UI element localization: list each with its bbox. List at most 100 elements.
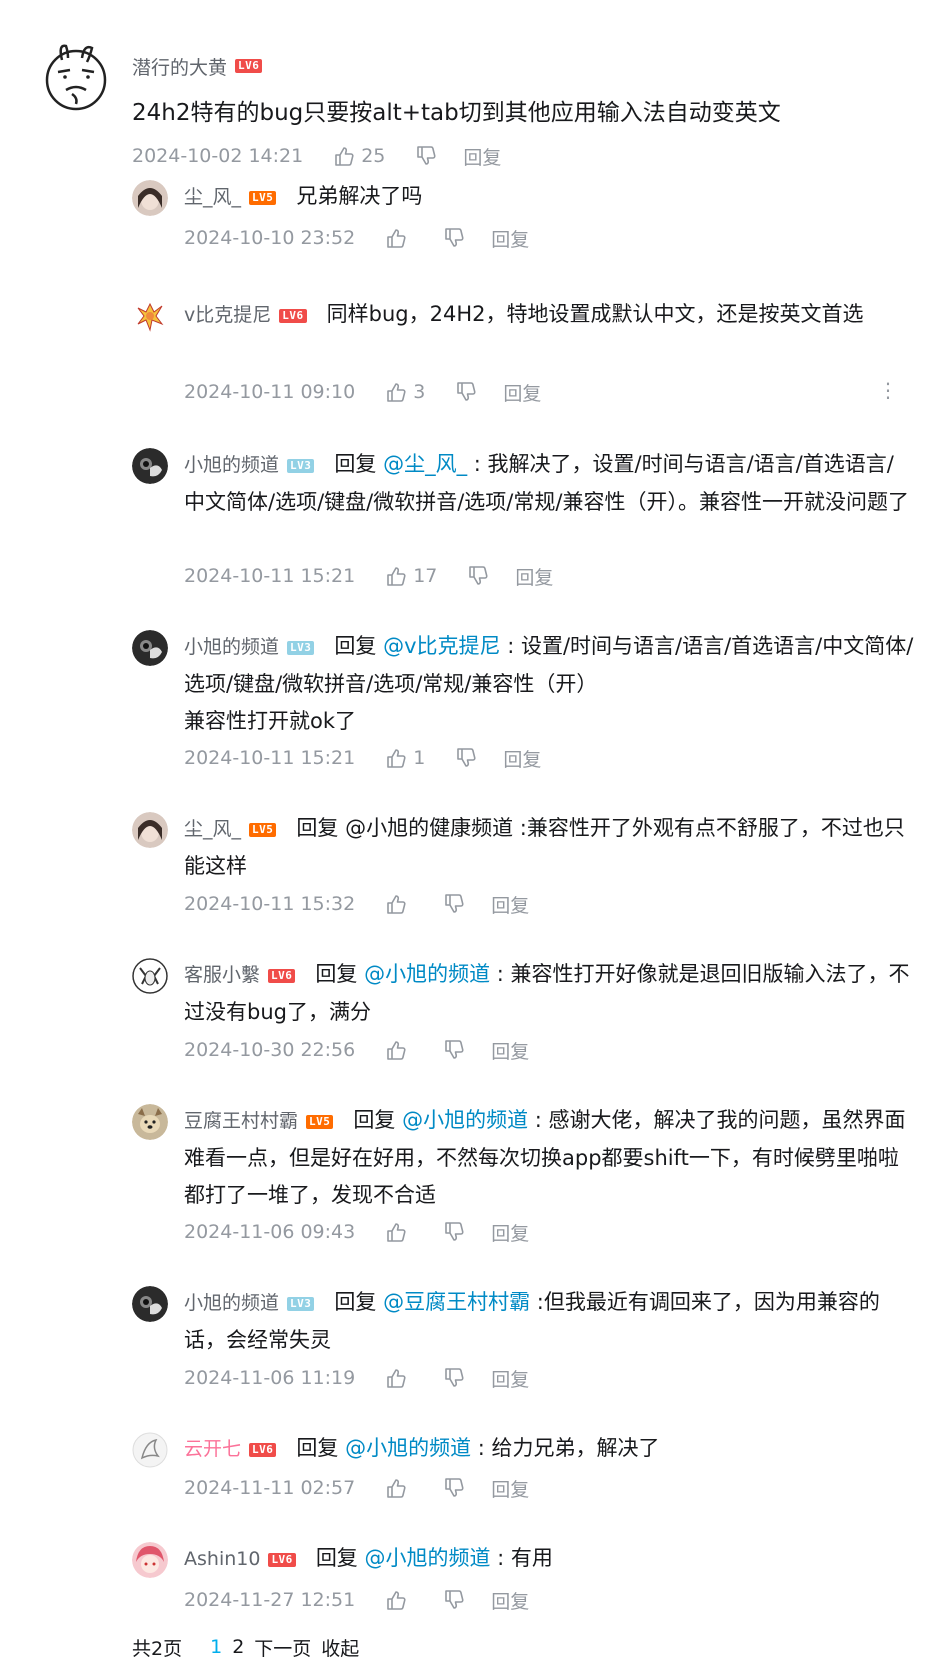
reply-button[interactable]: 回复 — [491, 1219, 529, 1246]
dislike-button[interactable] — [455, 381, 477, 403]
reply-button[interactable]: 回复 — [491, 891, 529, 918]
avatar[interactable] — [132, 1286, 168, 1322]
dislike-button[interactable] — [443, 1367, 465, 1389]
mention-link[interactable]: @尘_风_ — [383, 452, 467, 476]
reply-prefix: 回复 — [334, 452, 384, 476]
like-button[interactable] — [385, 1589, 413, 1611]
dislike-button[interactable] — [455, 747, 477, 769]
like-button[interactable]: 1 — [385, 747, 425, 769]
thumbs-down-icon — [443, 893, 465, 915]
username[interactable]: v比克提尼 — [184, 304, 271, 326]
like-button[interactable] — [385, 1221, 413, 1243]
timestamp: 2024-11-27 12:51 — [184, 1589, 356, 1611]
reply-prefix: 回复 — [315, 962, 365, 986]
thumbs-down-icon — [467, 565, 489, 587]
thumbs-up-icon — [385, 565, 407, 587]
reply-button[interactable]: 回复 — [491, 1037, 529, 1064]
timestamp: 2024-11-11 02:57 — [184, 1477, 356, 1499]
next-page-link[interactable]: 下一页 — [254, 1634, 311, 1661]
like-button[interactable] — [385, 893, 413, 915]
username[interactable]: 小旭的频道 — [184, 636, 279, 658]
mention-link[interactable]: @小旭的频道 — [364, 962, 490, 986]
reply-prefix: 回复 — [353, 1108, 403, 1132]
reply-meta: 2024-10-10 23:52 回复 — [184, 222, 529, 254]
comment-text: 24h2特有的bug只要按alt+tab切到其他应用输入法自动变英文 — [132, 100, 781, 126]
like-button[interactable]: 17 — [385, 565, 437, 587]
level-badge: LV6 — [268, 969, 296, 983]
username[interactable]: Ashin10 — [184, 1548, 260, 1570]
username[interactable]: 豆腐王村村霸 — [184, 1110, 298, 1132]
level-badge: LV3 — [287, 641, 315, 655]
mention-link[interactable]: @豆腐王村村霸 — [383, 1290, 530, 1314]
username[interactable]: 尘_风_ — [184, 818, 241, 840]
reply-item: Ashin10 LV6 回复 @小旭的频道 : 有用 2024-11-27 12:5… — [132, 1540, 912, 1620]
avatar[interactable] — [132, 448, 168, 484]
reply-button[interactable]: 回复 — [491, 1587, 529, 1614]
reply-button[interactable]: 回复 — [503, 379, 541, 406]
thumbs-down-icon — [443, 1221, 465, 1243]
reply-button[interactable]: 回复 — [503, 745, 541, 772]
dislike-button[interactable] — [443, 1221, 465, 1243]
reply-content: 尘_风_ LV5 回复 @小旭的健康频道 :兼容性开了外观有点不舒服了，不过也只能这… — [184, 810, 914, 885]
collapse-link[interactable]: 收起 — [321, 1634, 359, 1661]
like-button[interactable]: 3 — [385, 381, 425, 403]
dislike-button[interactable] — [443, 893, 465, 915]
reply-meta: 2024-10-11 15:21 1 回复 — [184, 742, 541, 774]
dislike-button[interactable] — [443, 1477, 465, 1499]
mention-link[interactable]: @小旭的频道 — [345, 1436, 471, 1460]
dislike-button[interactable] — [443, 227, 465, 249]
reply-meta: 2024-10-11 15:32 回复 — [184, 888, 529, 920]
page-2-link[interactable]: 2 — [232, 1636, 244, 1658]
thumbs-up-icon — [385, 381, 407, 403]
username[interactable]: 尘_风_ — [184, 186, 241, 208]
dislike-button[interactable] — [467, 565, 489, 587]
avatar[interactable] — [40, 40, 112, 112]
username[interactable]: 潜行的大黄 — [132, 53, 227, 80]
thumbs-up-icon — [385, 747, 407, 769]
reply-button[interactable]: 回复 — [491, 225, 529, 252]
reply-button[interactable]: 回复 — [491, 1365, 529, 1392]
avatar[interactable] — [132, 1104, 168, 1140]
reply-content: v比克提尼 LV6 同样bug，24H2，特地设置成默认中文，还是按英文首选 — [184, 296, 914, 334]
avatar[interactable] — [132, 958, 168, 994]
level-badge: LV3 — [287, 1297, 315, 1311]
reply-button[interactable]: 回复 — [463, 143, 501, 170]
page-1-link[interactable]: 1 — [210, 1636, 222, 1658]
dislike-button[interactable] — [443, 1039, 465, 1061]
thumbs-up-icon — [385, 1221, 407, 1243]
more-options-icon[interactable]: ⋮ — [878, 378, 898, 402]
reply-text: : 给力兄弟，解决了 — [471, 1436, 660, 1460]
timestamp: 2024-11-06 09:43 — [184, 1221, 356, 1243]
mention-link[interactable]: @小旭的频道 — [402, 1108, 528, 1132]
username[interactable]: 客服小繫 — [184, 964, 260, 986]
avatar[interactable] — [132, 1432, 168, 1468]
mention-link[interactable]: @小旭的频道 — [365, 1546, 491, 1570]
like-button[interactable] — [385, 1039, 413, 1061]
avatar[interactable] — [132, 298, 168, 334]
reply-button[interactable]: 回复 — [515, 563, 553, 590]
reply-content: 小旭的频道 LV3 回复 @v比克提尼 : 设置/时间与语言/语言/首选语言/中文简… — [184, 628, 914, 740]
like-button[interactable] — [385, 227, 413, 249]
reply-text: 同样bug，24H2，特地设置成默认中文，还是按英文首选 — [326, 302, 864, 326]
mention-link[interactable]: @v比克提尼 — [383, 634, 500, 658]
username[interactable]: 小旭的频道 — [184, 454, 279, 476]
like-button[interactable] — [385, 1367, 413, 1389]
avatar[interactable] — [132, 180, 168, 216]
like-button[interactable]: 25 — [333, 145, 385, 167]
avatar[interactable] — [132, 812, 168, 848]
avatar[interactable] — [132, 1542, 168, 1578]
reply-button[interactable]: 回复 — [491, 1475, 529, 1502]
timestamp: 2024-10-10 23:52 — [184, 227, 356, 249]
like-button[interactable] — [385, 1477, 413, 1499]
avatar[interactable] — [132, 630, 168, 666]
reply-item: 云开七 LV6 回复 @小旭的频道 : 给力兄弟，解决了 2024-11-11 02… — [132, 1430, 912, 1510]
dislike-button[interactable] — [415, 145, 437, 167]
username[interactable]: 小旭的频道 — [184, 1292, 279, 1314]
reply-content: 小旭的频道 LV3 回复 @豆腐王村村霸 :但我最近有调回来了，因为用兼容的话，会经… — [184, 1284, 914, 1359]
reply-prefix: 回复 — [334, 634, 384, 658]
reply-item: 小旭的频道 LV3 回复 @v比克提尼 : 设置/时间与语言/语言/首选语言/中文简… — [132, 628, 914, 778]
username[interactable]: 云开七 — [184, 1438, 241, 1460]
level-badge: LV6 — [279, 309, 307, 323]
reply-meta: 2024-10-11 09:10 3 回复 — [184, 376, 541, 408]
dislike-button[interactable] — [443, 1589, 465, 1611]
